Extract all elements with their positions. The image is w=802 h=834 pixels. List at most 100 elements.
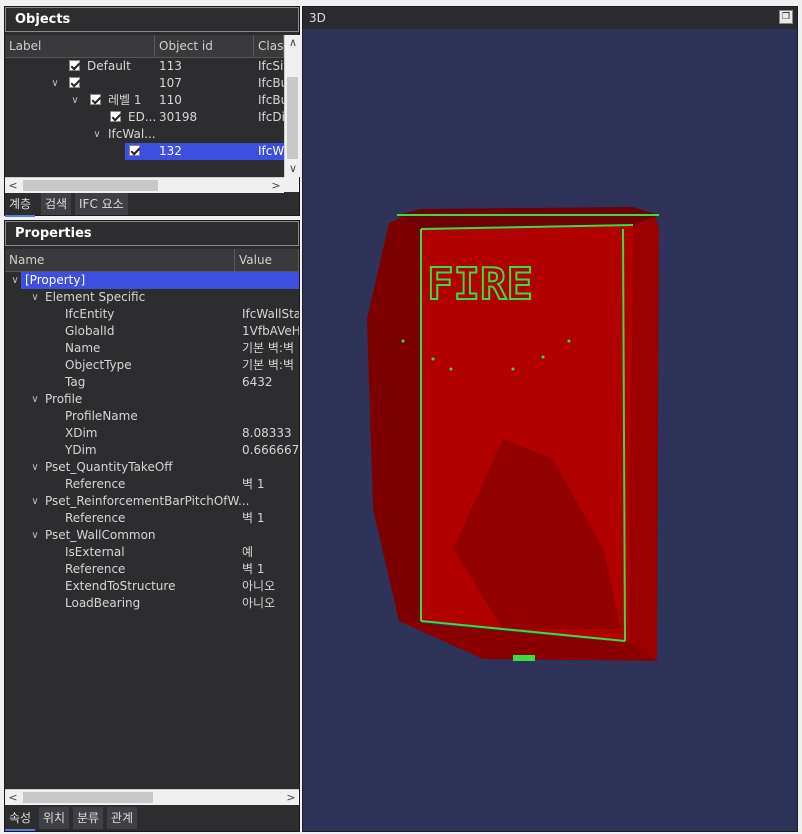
tree-row-label: 레벨 1 <box>108 93 142 107</box>
property-row[interactable]: IsExternal 예 <box>5 544 299 561</box>
property-value: 8.08333 <box>242 426 292 440</box>
property-name: IsExternal <box>65 545 125 559</box>
chevron-down-icon[interactable]: ∨ <box>29 459 41 476</box>
property-row[interactable]: ∨ Pset_QuantityTakeOff <box>5 459 299 476</box>
column-header-class[interactable]: Class <box>254 35 284 57</box>
property-row[interactable]: ObjectType 기본 벽:벽 1 <box>5 357 299 374</box>
edge-dot <box>541 355 545 359</box>
chevron-down-icon[interactable]: ∨ <box>29 527 41 544</box>
chevron-down-icon[interactable]: ∨ <box>29 289 41 306</box>
tree-row-wall-selected[interactable]: 132 IfcWall <box>5 143 284 160</box>
property-row[interactable]: XDim 8.08333 <box>5 425 299 442</box>
viewport-title: 3D ❐ <box>303 7 797 29</box>
tab-classification[interactable]: 분류 <box>73 807 104 829</box>
chevron-down-icon[interactable]: ∨ <box>29 391 41 408</box>
tree-row-id: 132 <box>159 144 182 158</box>
model-render[interactable]: FIRE <box>303 29 797 831</box>
tab-ifc-elements[interactable]: IFC 요소 <box>75 193 128 215</box>
property-value: 벽 1 <box>242 562 265 576</box>
properties-tabbar: 속성 위치 분류 관계 <box>5 807 299 831</box>
objects-vertical-scrollbar[interactable]: ∧ ∨ <box>284 35 300 177</box>
property-row[interactable]: ∨ Profile <box>5 391 299 408</box>
scroll-left-icon[interactable]: < <box>5 790 21 806</box>
property-row[interactable]: ∨ Element Specific <box>5 289 299 306</box>
property-name: Reference <box>65 562 126 576</box>
scroll-up-icon[interactable]: ∧ <box>285 35 301 51</box>
property-row[interactable]: ∨ Pset_ReinforcementBarPitchOfW... <box>5 493 299 510</box>
visibility-checkbox[interactable] <box>129 145 140 156</box>
property-row[interactable]: Reference 벽 1 <box>5 510 299 527</box>
property-row[interactable]: GlobalId 1VfbAVeH9 <box>5 323 299 340</box>
property-row[interactable]: Name 기본 벽:벽 1 <box>5 340 299 357</box>
viewport-3d[interactable]: 3D ❐ FIRE <box>302 6 798 832</box>
scroll-down-icon[interactable]: ∨ <box>285 161 301 177</box>
property-name: Reference <box>65 511 126 525</box>
visibility-checkbox[interactable] <box>90 94 101 105</box>
tree-row-wall-group[interactable]: ∨ IfcWal... <box>5 126 284 143</box>
property-name: Name <box>65 341 101 355</box>
chevron-down-icon[interactable]: ∨ <box>29 493 41 510</box>
property-value: 벽 1 <box>242 477 265 491</box>
scrollbar-thumb[interactable] <box>23 792 153 803</box>
property-row[interactable]: LoadBearing 아니오 <box>5 595 299 612</box>
scrollbar-thumb[interactable] <box>23 180 158 191</box>
tree-row-id: 107 <box>159 76 182 90</box>
property-row[interactable]: IfcEntity IfcWallStandardCase <box>5 306 299 323</box>
visibility-checkbox[interactable] <box>110 111 121 122</box>
column-header-name[interactable]: Name <box>5 249 235 271</box>
chevron-down-icon[interactable]: ∨ <box>9 272 21 289</box>
tree-row-building[interactable]: ∨ 107 IfcBuilding <box>5 75 284 92</box>
property-row[interactable]: YDim 0.666667 <box>5 442 299 459</box>
property-name: Element Specific <box>45 290 146 304</box>
property-row[interactable]: ∨ [Property] <box>5 272 299 289</box>
tab-hierarchy[interactable]: 계층 <box>5 193 36 217</box>
chevron-down-icon[interactable]: ∨ <box>49 75 61 92</box>
tab-relations[interactable]: 관계 <box>107 807 138 829</box>
property-row[interactable]: ProfileName <box>5 408 299 425</box>
visibility-checkbox[interactable] <box>69 60 80 71</box>
tab-search[interactable]: 검색 <box>41 193 72 215</box>
restore-window-icon[interactable]: ❐ <box>779 10 793 24</box>
visibility-checkbox[interactable] <box>69 77 80 88</box>
property-row[interactable]: Reference 벽 1 <box>5 476 299 493</box>
property-name: Tag <box>65 375 86 389</box>
tab-location[interactable]: 위치 <box>39 807 70 829</box>
properties-horizontal-scrollbar[interactable]: < > <box>5 789 299 805</box>
scroll-corner <box>284 177 299 192</box>
properties-panel: Properties Name Value ∨ [Property] ∨ Elemen… <box>4 220 300 832</box>
tree-row-label: ED... <box>128 110 157 124</box>
column-header-value[interactable]: Value <box>235 249 299 271</box>
properties-panel-title: Properties <box>5 221 299 246</box>
model-label-text: FIRE <box>427 259 533 310</box>
scroll-right-icon[interactable]: > <box>283 790 299 806</box>
property-value: 예 <box>242 545 254 559</box>
property-name: LoadBearing <box>65 596 141 610</box>
property-name: Profile <box>45 392 83 406</box>
scroll-left-icon[interactable]: < <box>5 178 21 194</box>
property-value: 아니오 <box>242 596 276 610</box>
tree-row-label: IfcWal... <box>108 127 156 141</box>
property-row[interactable]: Reference 벽 1 <box>5 561 299 578</box>
scroll-right-icon[interactable]: > <box>268 178 284 194</box>
property-name: Pset_WallCommon <box>45 528 156 542</box>
property-row[interactable]: ∨ Pset_WallCommon <box>5 527 299 544</box>
chevron-down-icon[interactable]: ∨ <box>69 92 81 109</box>
objects-horizontal-scrollbar[interactable]: < > <box>5 177 284 193</box>
property-value: 기본 벽:벽 1 <box>242 358 299 372</box>
tree-row-class: IfcSite <box>258 59 284 73</box>
tree-row-level[interactable]: ∨ 레벨 1 110 IfcBuildingStorey <box>5 92 284 109</box>
tree-row-distribution[interactable]: ED... 30198 IfcDistribution <box>5 109 284 126</box>
tree-row-default[interactable]: Default 113 IfcSite <box>5 58 284 75</box>
property-name: GlobalId <box>65 324 115 338</box>
tree-row-id: 110 <box>159 93 182 107</box>
property-row[interactable]: Tag 6432 <box>5 374 299 391</box>
property-row[interactable]: ExtendToStructure 아니오 <box>5 578 299 595</box>
model-left-face <box>367 209 421 629</box>
scrollbar-thumb[interactable] <box>287 77 298 159</box>
column-header-object-id[interactable]: Object id <box>155 35 254 57</box>
property-name: [Property] <box>25 273 86 287</box>
objects-table-header: Label Object id Class <box>5 35 284 58</box>
column-header-label[interactable]: Label <box>5 35 155 57</box>
chevron-down-icon[interactable]: ∨ <box>91 126 103 143</box>
tab-properties[interactable]: 속성 <box>5 807 36 831</box>
